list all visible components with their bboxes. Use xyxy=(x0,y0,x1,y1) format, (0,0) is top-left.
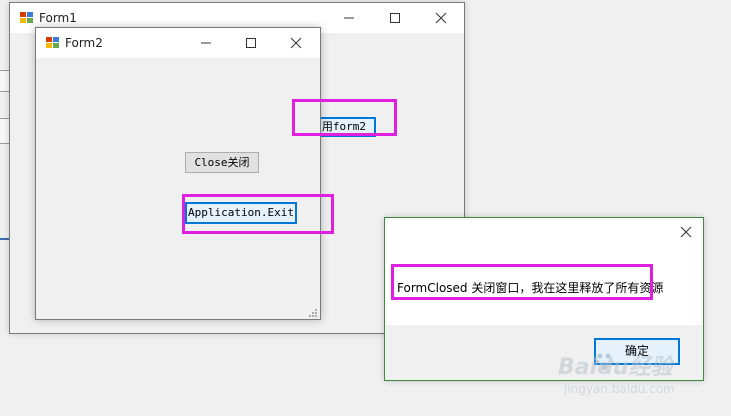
close-button[interactable]: Close关闭 xyxy=(185,152,259,173)
form2-title: Form2 xyxy=(65,36,103,50)
form2-titlebar[interactable]: Form2 xyxy=(36,28,320,58)
maximize-icon[interactable] xyxy=(243,35,259,51)
watermark-url: jingyan.baidu.com xyxy=(564,382,675,396)
maximize-icon[interactable] xyxy=(387,10,403,26)
form-app-icon xyxy=(20,12,34,24)
form1-title: Form1 xyxy=(39,11,77,25)
watermark-brand: Baidu经验 xyxy=(558,355,673,380)
close-icon[interactable] xyxy=(433,10,449,26)
close-icon[interactable] xyxy=(678,224,694,240)
baidu-watermark: Baidu经验 jingyan.baidu.com xyxy=(558,349,726,399)
resize-grip-icon[interactable] xyxy=(308,307,318,317)
close-icon[interactable] xyxy=(288,35,304,51)
minimize-icon[interactable] xyxy=(341,10,357,26)
highlight-formclosed-message xyxy=(391,264,653,300)
highlight-call-form2 xyxy=(292,99,397,136)
highlight-application-exit xyxy=(182,194,334,234)
form-app-icon xyxy=(46,37,60,49)
form2-window: Form2 Close关闭 Application.Exit xyxy=(35,27,321,320)
minimize-icon[interactable] xyxy=(198,35,214,51)
